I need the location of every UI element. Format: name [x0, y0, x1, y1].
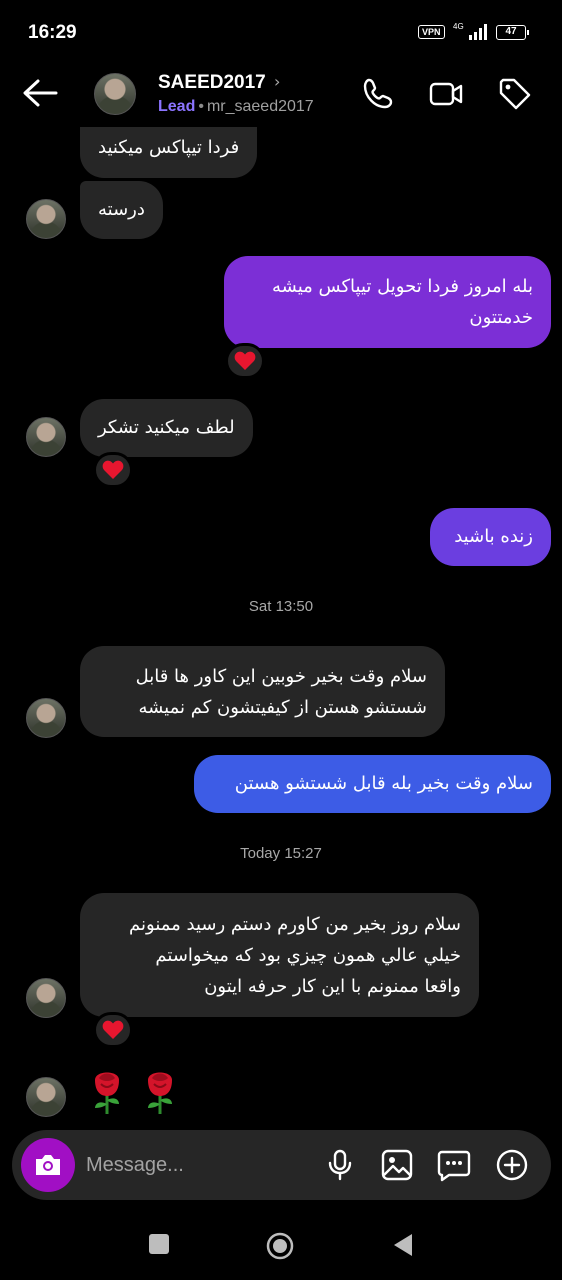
message-line: بله امروز فردا تحویل تیپاکس میشه [272, 276, 533, 297]
heart-icon [234, 351, 256, 370]
reaction-heart[interactable] [225, 343, 265, 379]
add-icon[interactable] [495, 1148, 529, 1182]
message-input[interactable] [86, 1148, 306, 1182]
sender-avatar[interactable] [26, 417, 66, 457]
sender-avatar[interactable] [26, 978, 66, 1018]
message-bubble-in[interactable]: سلام روز بخير من كاورم دستم رسيد ممنونم … [80, 893, 479, 1017]
back-arrow-icon[interactable] [22, 78, 58, 108]
message-line: خدمتتون [469, 307, 533, 328]
sender-avatar[interactable] [26, 698, 66, 738]
network-type: 4G [453, 22, 464, 31]
message-line: سلام وقت بخیر خوبین این کاور ها قابل [135, 666, 427, 687]
heart-icon [102, 1020, 124, 1039]
sender-avatar[interactable] [26, 199, 66, 239]
message-line: واقعا ممنونم با اين كار حرفه ايتون [204, 976, 461, 997]
timestamp-divider: Sat 13:50 [248, 598, 314, 615]
tag-icon[interactable] [497, 76, 533, 112]
gallery-icon[interactable] [380, 1148, 414, 1182]
message-line: شستشو هستن از کیفیتشون کم نمیشه [138, 697, 427, 718]
chevron-right-icon[interactable]: › [274, 72, 280, 91]
message-line: خيلي عالي همون چيزي بود كه ميخواستم [155, 945, 461, 966]
video-camera-icon[interactable] [428, 76, 464, 112]
rose-icon[interactable] [87, 1068, 127, 1116]
phone-icon[interactable] [360, 76, 396, 112]
signal-icon [469, 24, 487, 40]
message-bubble-out[interactable]: سلام وقت بخیر بله قابل شستشو هستن [194, 755, 551, 813]
vpn-badge: VPN [418, 25, 445, 39]
status-bar: 16:29 VPN 4G 47 [0, 0, 562, 66]
sender-avatar[interactable] [26, 1077, 66, 1117]
camera-button[interactable] [21, 1138, 75, 1192]
home-icon[interactable] [266, 1232, 294, 1260]
message-bubble-out[interactable]: بله امروز فردا تحویل تیپاکس میشه خدمتتون [224, 256, 551, 348]
contact-name[interactable]: SAEED2017 [158, 72, 266, 94]
reaction-heart[interactable] [93, 452, 133, 488]
camera-icon [36, 1155, 60, 1175]
separator-dot: • [198, 98, 204, 115]
contact-avatar[interactable] [94, 73, 136, 115]
message-bubble-in[interactable]: فردا تیپاکس میکنید [80, 127, 258, 178]
status-time: 16:29 [28, 22, 77, 43]
reaction-heart[interactable] [93, 1012, 133, 1048]
timestamp-divider: Today 15:27 [240, 845, 322, 862]
message-bubble-out[interactable]: زنده باشید [430, 508, 551, 566]
back-nav-icon[interactable] [392, 1232, 414, 1258]
message-bubble-in[interactable]: درسته [80, 181, 163, 239]
message-line: سلام روز بخير من كاورم دستم رسيد ممنونم [129, 914, 461, 935]
rose-icon[interactable] [140, 1068, 180, 1116]
sticker-chat-icon[interactable] [437, 1148, 471, 1182]
message-bubble-in[interactable]: لطف میکنید تشکر [80, 399, 253, 457]
heart-icon [102, 460, 124, 479]
system-nav-bar [0, 1210, 562, 1280]
contact-subtitle: Lead • mr_saeed2017 [158, 98, 314, 116]
message-composer [12, 1130, 551, 1200]
microphone-icon[interactable] [323, 1148, 357, 1182]
message-bubble-in[interactable]: سلام وقت بخیر خوبین این کاور ها قابل شست… [80, 646, 445, 737]
chat-header: SAEED2017 › Lead • mr_saeed2017 [0, 66, 562, 126]
recent-apps-icon[interactable] [148, 1232, 170, 1256]
battery-icon: 47 [496, 25, 529, 40]
contact-handle: mr_saeed2017 [206, 98, 314, 115]
lead-label[interactable]: Lead [158, 98, 195, 115]
